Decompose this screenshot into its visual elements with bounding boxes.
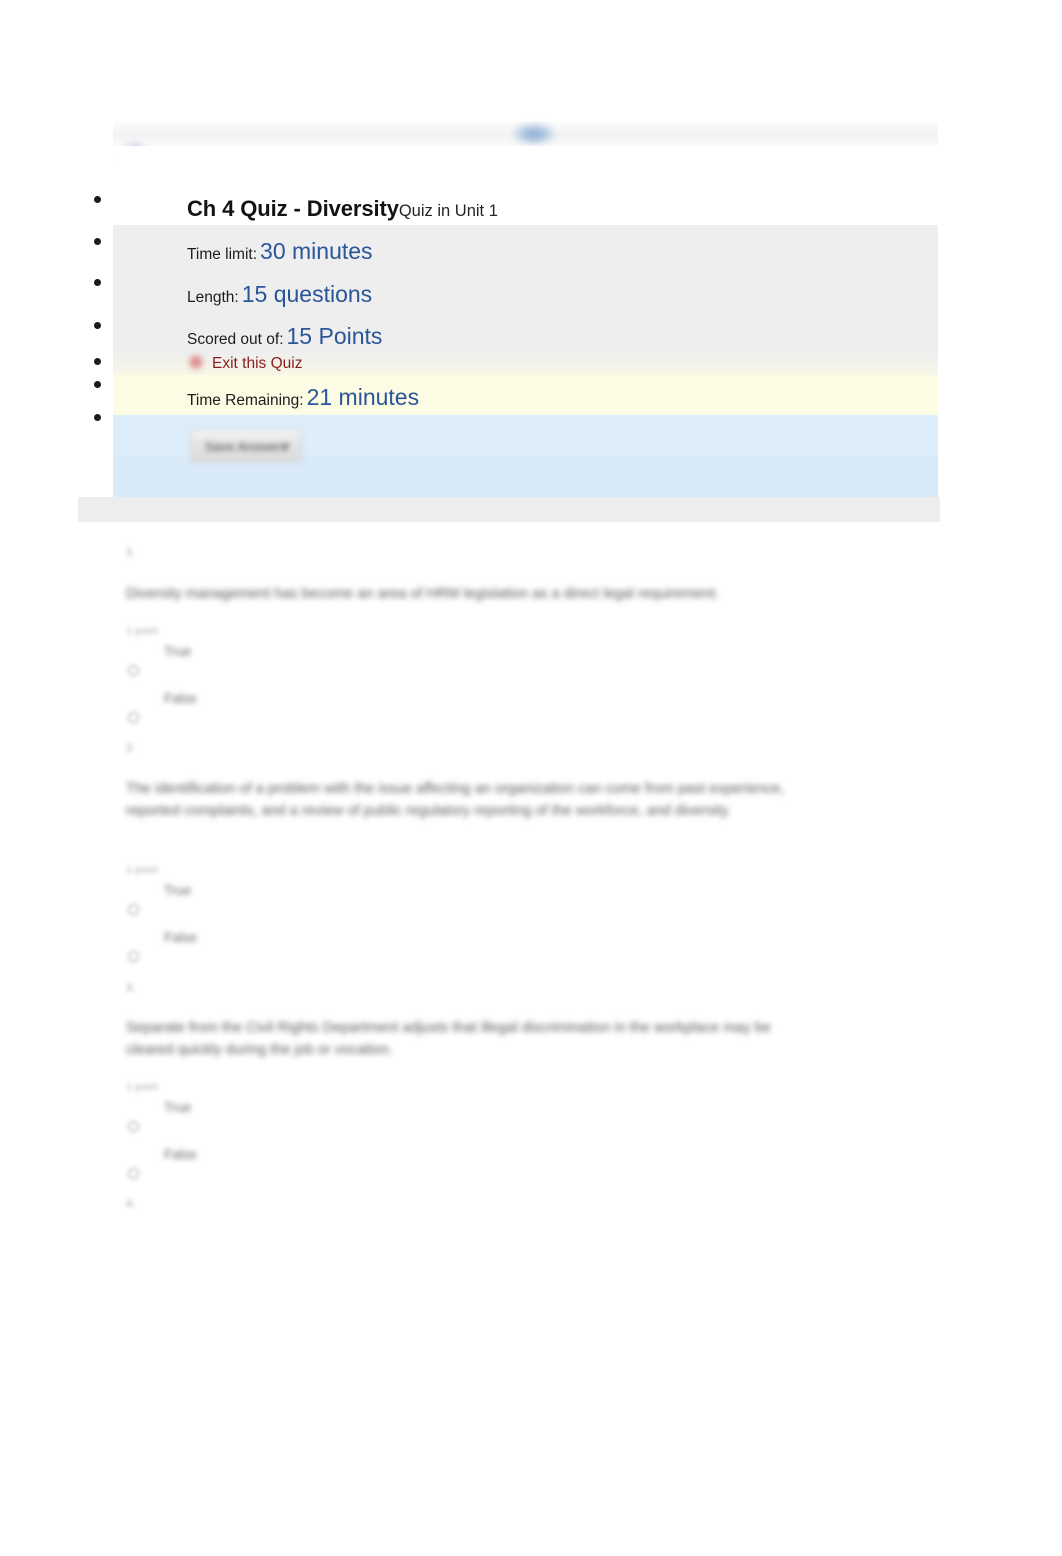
bullet-marker: [94, 322, 101, 329]
bullet-marker: [94, 279, 101, 286]
question-footer: 2.: [126, 742, 136, 754]
length-row: Length: 15 questions: [187, 283, 372, 306]
action-band-lower: [113, 457, 938, 497]
bullet-marker: [94, 381, 101, 388]
time-limit-value: 30 minutes: [260, 238, 373, 264]
question-footer: 4.: [126, 1198, 136, 1210]
quiz-subtitle: Quiz in Unit 1: [398, 202, 498, 220]
exit-circle-icon: [188, 355, 204, 370]
radio-option[interactable]: [128, 665, 139, 676]
time-remaining-row: Time Remaining: 21 minutes: [187, 386, 419, 409]
option-label: True: [164, 883, 192, 898]
panel-bottom-strip: [78, 497, 940, 522]
exit-quiz-link[interactable]: Exit this Quiz: [212, 355, 302, 373]
radio-option[interactable]: [128, 712, 139, 723]
time-limit-row: Time limit: 30 minutes: [187, 240, 373, 263]
page-title: Ch 4 Quiz - Diversity: [187, 196, 399, 221]
question-number: 1.: [126, 546, 136, 558]
bullet-marker: [94, 414, 101, 421]
radio-option[interactable]: [128, 904, 139, 915]
question-text: Diversity management has become an area …: [126, 586, 720, 602]
question-points: 1 point: [126, 1081, 158, 1093]
bullet-marker: [94, 196, 101, 203]
option-label: False: [164, 691, 198, 706]
scored-out-of-row: Scored out of: 15 Points: [187, 325, 382, 348]
scored-out-of-value: 15 Points: [286, 323, 383, 349]
time-remaining-value: 21 minutes: [306, 384, 420, 410]
chrome-white-strip: [113, 146, 938, 185]
option-label: True: [164, 644, 192, 659]
radio-option[interactable]: [128, 951, 139, 962]
scored-out-of-label: Scored out of:: [187, 331, 284, 348]
bullet-marker: [94, 238, 101, 245]
question-footer: 3.: [126, 982, 136, 994]
question-text: Separate from the Civil Rights Departmen…: [126, 1020, 771, 1058]
exit-quiz-label: Exit this Quiz: [212, 355, 303, 372]
time-remaining-label: Time Remaining:: [187, 392, 304, 409]
bullet-marker: [94, 358, 101, 365]
option-label: False: [164, 930, 198, 945]
radio-option[interactable]: [128, 1121, 139, 1132]
option-label: True: [164, 1100, 192, 1115]
chevron-down-icon: [282, 444, 290, 449]
option-label: False: [164, 1147, 198, 1162]
question-points: 1 point: [126, 864, 158, 876]
length-value: 15 questions: [241, 281, 373, 307]
radio-option[interactable]: [128, 1168, 139, 1179]
time-limit-label: Time limit:: [187, 246, 258, 263]
save-answers-button[interactable]: Save Answers: [190, 429, 302, 462]
question-text: The identification of a problem with the…: [126, 781, 785, 819]
question-points: 1 point: [126, 625, 158, 637]
quiz-title-row: Ch 4 Quiz - DiversityQuiz in Unit 1: [187, 196, 498, 222]
blue-oval-badge-icon: [512, 123, 556, 145]
length-label: Length:: [187, 289, 239, 306]
